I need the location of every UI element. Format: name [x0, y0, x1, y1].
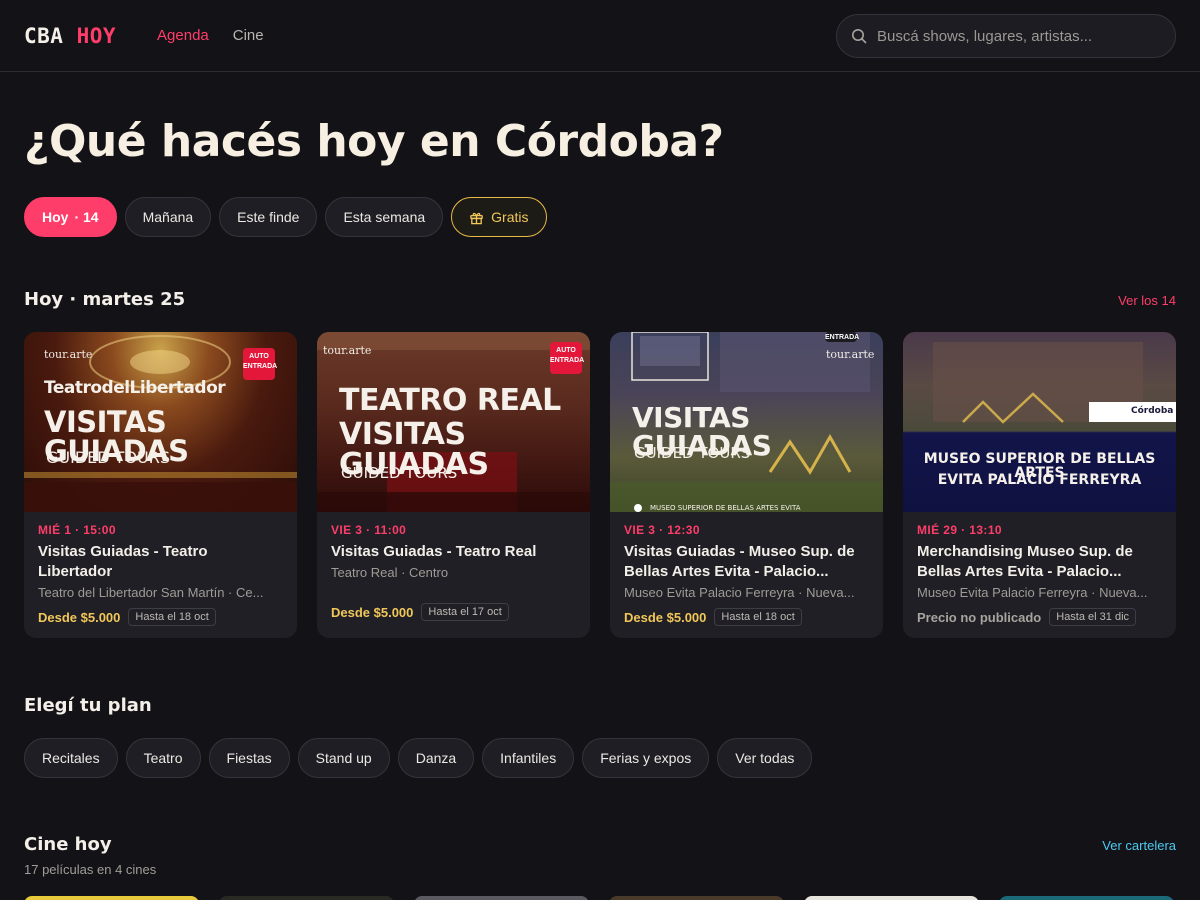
- gift-icon: [470, 212, 483, 224]
- event-date: VIE 3 · 11:00: [331, 523, 407, 537]
- section-title-hoy: Hoy · martes 25: [24, 289, 186, 310]
- image-headline-2: GUIDED TOURS: [634, 444, 751, 462]
- search-box[interactable]: [836, 14, 1176, 58]
- event-card[interactable]: Córdoba MUSEO SUPERIOR DE BELLAS ARTES E…: [903, 332, 1176, 638]
- event-meta: Precio no publicado Hasta el 31 dic: [917, 608, 1162, 626]
- image-headline-3: GUIDED TOURS: [46, 448, 171, 467]
- main-nav: Agenda Cine: [157, 27, 264, 44]
- category-stand-up[interactable]: Stand up: [297, 738, 390, 778]
- filter-hoy-label: Hoy: [42, 209, 69, 225]
- movie-poster[interactable]: [414, 896, 589, 900]
- nav-agenda[interactable]: Agenda: [157, 27, 209, 44]
- event-price: Desde $5.000: [38, 609, 121, 625]
- cartelera-link[interactable]: Ver cartelera: [1102, 838, 1176, 853]
- category-infantiles[interactable]: Infantiles: [482, 738, 575, 778]
- event-venue: Teatro del Libertador San Martín · Ce...: [38, 585, 264, 600]
- see-all-today-link[interactable]: Ver los 14: [1118, 293, 1176, 308]
- filter-manana[interactable]: Mañana: [124, 197, 212, 237]
- category-danza[interactable]: Danza: [397, 738, 475, 778]
- page-title: ¿Qué hacés hoy en Córdoba?: [24, 116, 724, 167]
- movie-poster[interactable]: [609, 896, 784, 900]
- auto-entrada-badge: AUTO ENTRADA: [243, 348, 278, 380]
- event-date: VIE 3 · 12:30: [624, 523, 700, 537]
- site-logo[interactable]: CBA HOY: [24, 24, 116, 48]
- search-icon: [852, 29, 867, 44]
- event-card[interactable]: tour.arte AUTO ENTRADA TEATRO REAL VISIT…: [317, 332, 590, 638]
- image-headline-3: GUIDED TOURS: [341, 464, 458, 482]
- filter-hoy[interactable]: Hoy · 14: [24, 197, 117, 237]
- event-venue: Museo Evita Palacio Ferreyra · Nueva...: [917, 585, 1148, 600]
- event-cards: tour.arte AUTO ENTRADA TeatrodelLibertad…: [24, 332, 1176, 638]
- movie-posters: [24, 896, 1174, 900]
- cordoba-logo-text: Córdoba: [1131, 406, 1174, 416]
- movie-poster[interactable]: [24, 896, 199, 900]
- filter-hoy-count: · 14: [74, 209, 99, 225]
- entrada-badge: ENTRADA: [825, 332, 860, 342]
- filter-esta-semana[interactable]: Esta semana: [325, 197, 444, 237]
- event-card-body: MIÉ 1 · 15:00 Visitas Guiadas - Teatro L…: [24, 512, 297, 626]
- category-ferias-expos[interactable]: Ferias y expos: [582, 738, 710, 778]
- logo-text-hoy: HOY: [76, 23, 117, 48]
- event-price: Desde $5.000: [624, 609, 707, 625]
- badge-line-1: AUTO: [556, 347, 576, 354]
- badge-line-2: ENTRADA: [550, 357, 585, 364]
- event-until-badge: Hasta el 17 oct: [421, 603, 509, 621]
- category-ver-todas[interactable]: Ver todas: [717, 738, 813, 778]
- filter-gratis[interactable]: Gratis: [451, 197, 547, 237]
- event-meta: Desde $5.000 Hasta el 18 oct: [624, 608, 869, 626]
- image-headline-2: EVITA PALACIO FERREYRA: [937, 472, 1142, 488]
- event-venue: Teatro Real · Centro: [331, 565, 449, 580]
- filter-gratis-label: Gratis: [491, 209, 529, 225]
- event-title: Visitas Guiadas - Museo Sup. de Bellas A…: [624, 543, 855, 580]
- event-title: Visitas Guiadas - Teatro Real: [331, 543, 537, 560]
- badge-line-2: ENTRADA: [243, 363, 278, 370]
- category-recitales[interactable]: Recitales: [24, 738, 118, 778]
- nav-cine[interactable]: Cine: [233, 27, 264, 44]
- date-filters: Hoy · 14 Mañana Este finde Esta semana G…: [24, 197, 547, 237]
- category-teatro[interactable]: Teatro: [125, 738, 201, 778]
- event-image: ENTRADA tour.arte VISITAS GUIADAS GUIDED…: [610, 332, 883, 512]
- event-date: MIÉ 29 · 13:10: [917, 523, 1002, 537]
- event-card[interactable]: tour.arte AUTO ENTRADA TeatrodelLibertad…: [24, 332, 297, 638]
- top-bar: CBA HOY Agenda Cine: [0, 0, 1200, 72]
- filter-este-finde[interactable]: Este finde: [219, 197, 318, 237]
- section-title-plan: Elegí tu plan: [24, 695, 152, 716]
- event-card-body: VIE 3 · 11:00 Visitas Guiadas - Teatro R…: [317, 512, 590, 621]
- event-venue: Museo Evita Palacio Ferreyra · Nueva...: [624, 585, 855, 600]
- cine-subtitle: 17 películas en 4 cines: [24, 862, 157, 877]
- event-price: Desde $5.000: [331, 604, 414, 620]
- category-fiestas[interactable]: Fiestas: [208, 738, 290, 778]
- badge-line-1: AUTO: [249, 353, 269, 360]
- logo-text-cba: CBA: [24, 23, 64, 48]
- event-title: Merchandising Museo Sup. de Bellas Artes…: [917, 543, 1133, 580]
- movie-poster[interactable]: [219, 896, 394, 900]
- event-card-body: MIÉ 29 · 13:10 Merchandising Museo Sup. …: [903, 512, 1176, 626]
- image-headline-1: TEATRO REAL: [339, 383, 561, 418]
- event-date: MIÉ 1 · 15:00: [38, 523, 116, 537]
- image-brand-text: tour.arte: [826, 348, 875, 361]
- image-headline-1: TeatrodelLibertador: [44, 378, 226, 398]
- event-title: Visitas Guiadas - Teatro Libertador: [38, 543, 208, 580]
- event-price: Precio no publicado: [917, 609, 1042, 625]
- image-brand-text: tour.arte: [44, 348, 93, 361]
- image-brand-text: tour.arte: [323, 344, 372, 357]
- event-until-badge: Hasta el 18 oct: [714, 608, 802, 626]
- event-image: tour.arte AUTO ENTRADA TEATRO REAL VISIT…: [317, 332, 590, 512]
- section-title-cine: Cine hoy: [24, 834, 112, 855]
- event-meta: Desde $5.000 Hasta el 18 oct: [38, 608, 283, 626]
- event-meta: Desde $5.000 Hasta el 17 oct: [331, 603, 576, 621]
- plan-categories: Recitales Teatro Fiestas Stand up Danza …: [24, 738, 813, 778]
- event-image: tour.arte AUTO ENTRADA TeatrodelLibertad…: [24, 332, 297, 512]
- event-until-badge: Hasta el 18 oct: [128, 608, 216, 626]
- auto-entrada-badge: AUTO ENTRADA: [550, 342, 585, 374]
- search-input[interactable]: [877, 27, 1161, 45]
- event-card[interactable]: ENTRADA tour.arte VISITAS GUIADAS GUIDED…: [610, 332, 883, 638]
- event-card-body: VIE 3 · 12:30 Visitas Guiadas - Museo Su…: [610, 512, 883, 626]
- image-footer-text: MUSEO SUPERIOR DE BELLAS ARTES EVITA: [650, 504, 801, 512]
- event-image: Córdoba MUSEO SUPERIOR DE BELLAS ARTES E…: [903, 332, 1176, 512]
- event-until-badge: Hasta el 31 dic: [1049, 608, 1137, 626]
- movie-poster[interactable]: [804, 896, 979, 900]
- movie-poster[interactable]: [999, 896, 1174, 900]
